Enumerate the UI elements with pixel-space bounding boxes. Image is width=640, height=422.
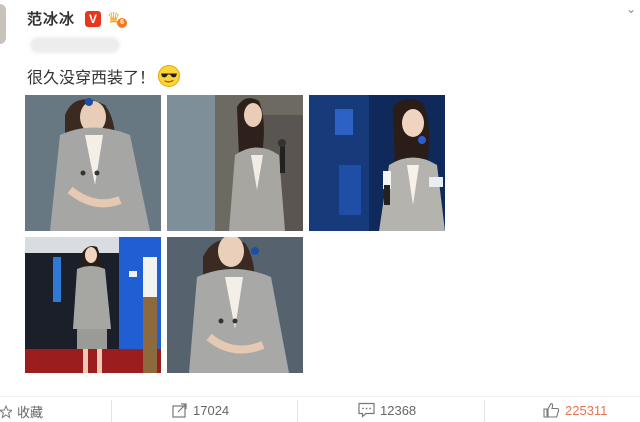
verified-badge[interactable]: V xyxy=(85,10,102,27)
divider xyxy=(484,400,485,422)
thumbs-up-icon xyxy=(543,402,560,418)
author-name[interactable]: 范冰冰 xyxy=(27,8,75,29)
author-header: 范冰冰 V ♛ 6 xyxy=(27,8,128,29)
post-meta-blurred xyxy=(30,37,120,53)
vip-crown-icon[interactable]: ♛ 6 xyxy=(107,10,128,28)
post-body: 很久没穿西装了！ xyxy=(27,70,156,87)
photo-thumbnail-4[interactable] xyxy=(25,237,161,373)
divider xyxy=(111,400,112,422)
post-text: 很久没穿西装了！ xyxy=(27,64,181,88)
favorite-button[interactable]: 收藏 xyxy=(0,402,43,421)
favorite-label: 收藏 xyxy=(17,405,44,420)
like-button[interactable]: 225311 xyxy=(543,402,607,418)
photo-thumbnail-5[interactable] xyxy=(167,237,303,373)
divider xyxy=(297,400,298,422)
like-count: 225311 xyxy=(565,402,608,418)
sunglasses-face-icon xyxy=(158,65,181,87)
forward-button[interactable]: 17024 xyxy=(172,402,229,418)
comment-count: 12368 xyxy=(380,402,417,418)
vip-level: 6 xyxy=(117,17,128,28)
photo-thumbnail-3[interactable] xyxy=(309,95,445,231)
photo-thumbnail-2[interactable] xyxy=(167,95,303,231)
forward-count: 17024 xyxy=(193,402,230,418)
avatar[interactable] xyxy=(0,4,6,44)
chevron-down-icon[interactable]: ⌄ xyxy=(626,2,636,16)
photo-thumbnail-1[interactable] xyxy=(25,95,161,231)
forward-icon xyxy=(172,403,187,418)
comment-button[interactable]: 12368 xyxy=(358,402,416,418)
star-icon xyxy=(0,404,12,419)
comment-icon xyxy=(358,402,375,418)
